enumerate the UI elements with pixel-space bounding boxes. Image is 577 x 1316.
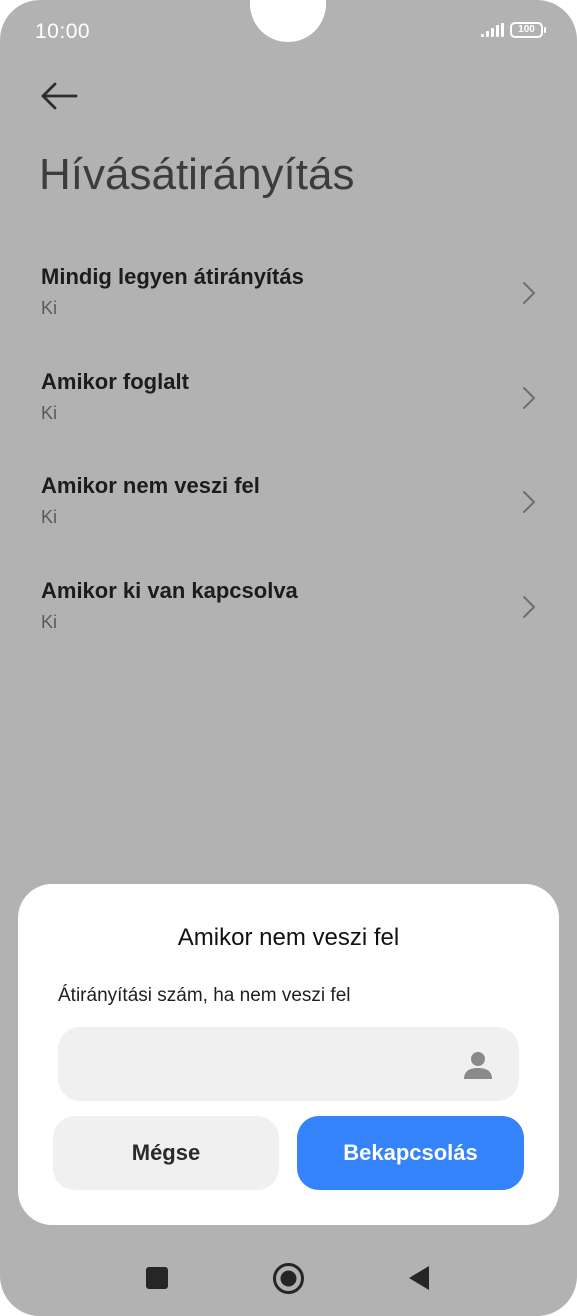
status-icons: 100: [481, 22, 546, 38]
settings-item-title: Amikor ki van kapcsolva: [41, 577, 298, 603]
chevron-right-icon: [523, 386, 535, 409]
forward-number-field[interactable]: [58, 1027, 519, 1101]
navigation-bar: [0, 1240, 577, 1316]
settings-item-status: Ki: [41, 298, 58, 318]
battery-level: 100: [518, 24, 535, 35]
status-bar: 10:00 100: [0, 0, 577, 62]
settings-item-status: Ki: [41, 507, 58, 527]
settings-item-always-forward[interactable]: Mindig legyen átirányítás Ki: [0, 258, 577, 363]
page-title: Hívásátirányítás: [39, 150, 355, 199]
camera-notch: [250, 0, 326, 42]
forward-number-input[interactable]: [78, 1027, 458, 1101]
circle-icon[interactable]: [272, 1262, 305, 1295]
status-time: 10:00: [35, 20, 91, 43]
chevron-right-icon: [523, 282, 535, 304]
dialog-title: Amikor nem veszi fel: [177, 924, 400, 951]
phone-screen: 10:00 100 Hívásátirányítás Mindig legyen…: [0, 0, 577, 1316]
settings-item-title: Amikor foglalt: [41, 368, 189, 394]
person-icon[interactable]: [462, 1049, 494, 1081]
settings-item-title: Amikor nem veszi fel: [41, 473, 260, 498]
signal-icon: [481, 23, 504, 37]
enable-button[interactable]: Bekapcsolás: [297, 1116, 524, 1190]
triangle-back-icon[interactable]: [408, 1265, 430, 1291]
arrow-left-icon[interactable]: [40, 80, 80, 112]
settings-item-no-answer[interactable]: Amikor nem veszi fel Ki: [0, 467, 577, 572]
chevron-right-icon: [523, 491, 535, 513]
settings-item-status: Ki: [41, 611, 58, 632]
settings-item-unreachable[interactable]: Amikor ki van kapcsolva Ki: [0, 572, 577, 677]
settings-item-when-busy[interactable]: Amikor foglalt Ki: [0, 363, 577, 468]
dialog-description: Átirányítási szám, ha nem veszi fel: [58, 985, 351, 1006]
settings-list: Mindig legyen átirányítás Ki Amikor fogl…: [0, 258, 577, 676]
cancel-button[interactable]: Mégse: [53, 1116, 279, 1190]
settings-item-status: Ki: [41, 402, 58, 423]
chevron-right-icon: [523, 595, 535, 618]
square-icon[interactable]: [146, 1267, 168, 1289]
battery-icon: 100: [510, 22, 546, 38]
forwarding-dialog: Amikor nem veszi fel Átirányítási szám, …: [18, 884, 559, 1225]
settings-item-title: Mindig legyen átirányítás: [41, 264, 304, 289]
